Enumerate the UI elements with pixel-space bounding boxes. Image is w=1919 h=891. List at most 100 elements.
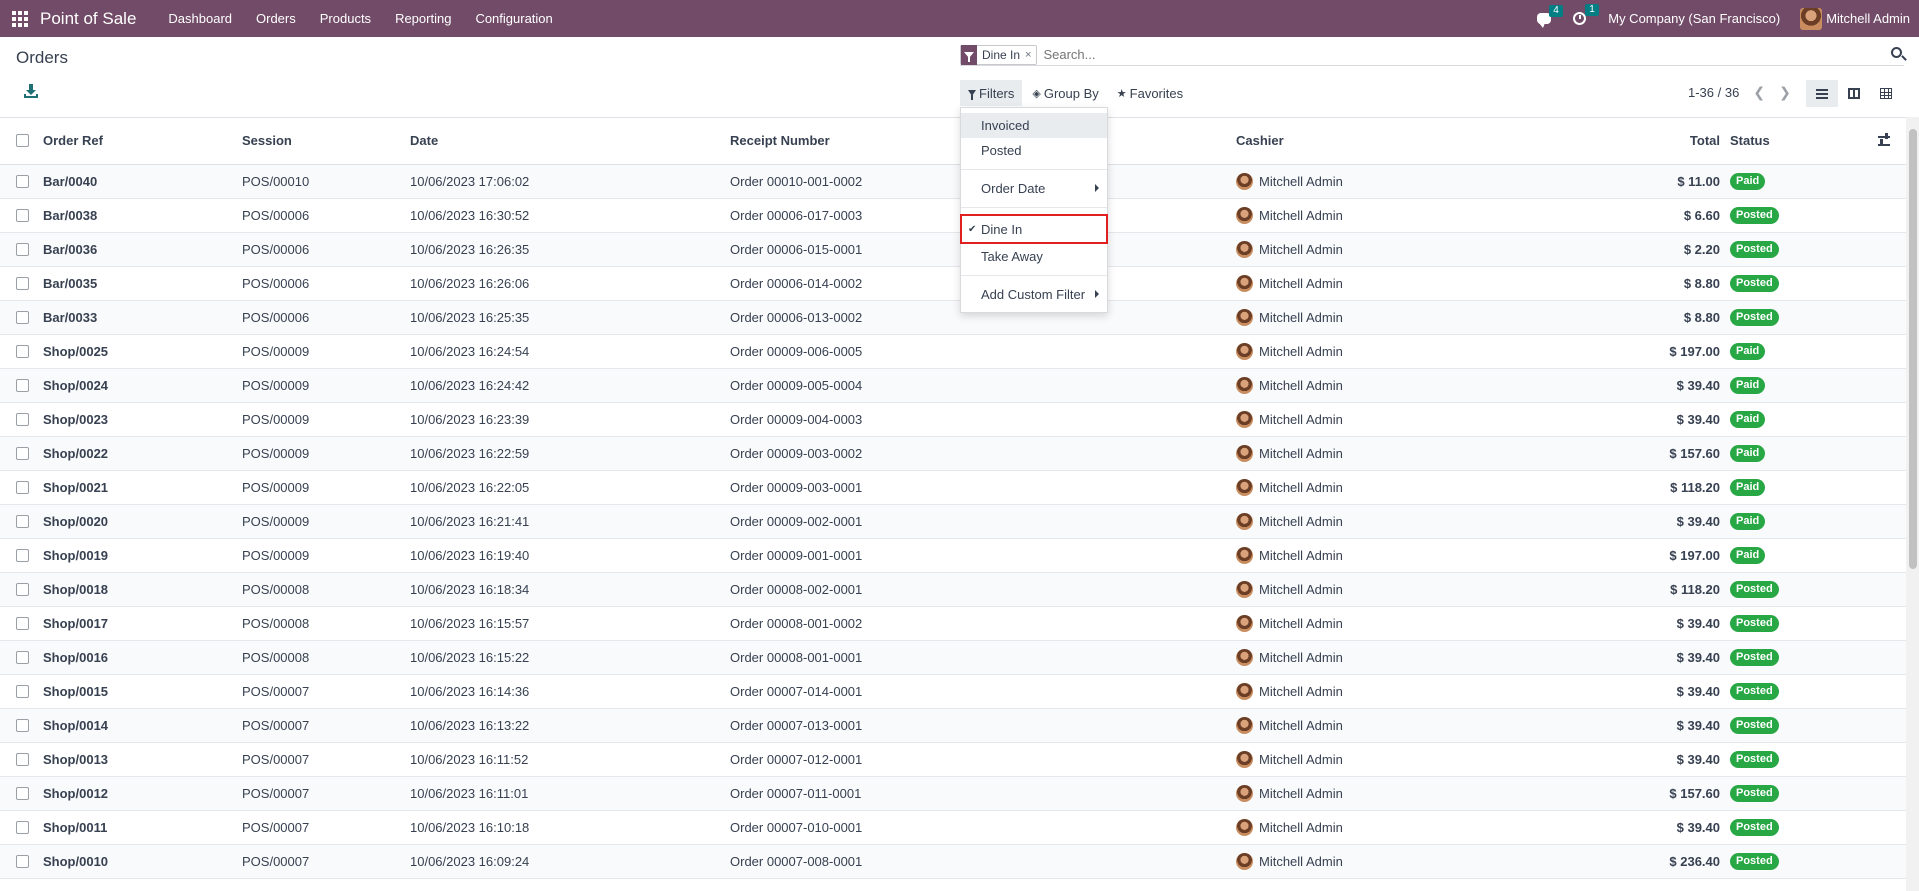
search-icon[interactable]: [1891, 47, 1902, 58]
table-row[interactable]: Shop/0019 POS/00009 10/06/2023 16:19:40 Ord…: [0, 538, 1906, 573]
cashier-cell: Mitchell Admin: [1236, 580, 1661, 598]
filter-invoiced[interactable]: Invoiced: [961, 113, 1107, 138]
row-checkbox[interactable]: [16, 242, 29, 256]
activities-button[interactable]: 1: [1573, 4, 1599, 25]
column-order-ref[interactable]: Order Ref: [43, 118, 242, 165]
menu-reporting[interactable]: Reporting: [383, 0, 463, 37]
table-row[interactable]: Shop/0012 POS/00007 10/06/2023 16:11:01 Ord…: [0, 776, 1906, 811]
row-checkbox[interactable]: [16, 548, 29, 562]
row-checkbox[interactable]: [16, 514, 29, 528]
column-cashier[interactable]: Cashier: [1236, 118, 1661, 165]
app-menu-icon[interactable]: [2, 0, 38, 37]
messages-button[interactable]: 4: [1537, 5, 1563, 28]
column-date[interactable]: Date: [410, 118, 730, 165]
facet-remove-icon[interactable]: ×: [1025, 49, 1036, 61]
user-menu[interactable]: Mitchell Admin: [1800, 7, 1910, 30]
row-checkbox[interactable]: [16, 820, 29, 834]
column-session[interactable]: Session: [242, 118, 410, 165]
table-row[interactable]: Shop/0022 POS/00009 10/06/2023 16:22:59 Ord…: [0, 436, 1906, 471]
order-ref-cell: Shop/0024: [43, 368, 242, 403]
pivot-view-button[interactable]: [1870, 80, 1902, 107]
session-cell: POS/00009: [242, 470, 410, 505]
download-icon[interactable]: [24, 84, 38, 98]
table-row[interactable]: Bar/0036 POS/00006 10/06/2023 16:26:35 Orde…: [0, 232, 1906, 267]
table-row[interactable]: Shop/0017 POS/00008 10/06/2023 16:15:57 Ord…: [0, 606, 1906, 641]
cashier-avatar: [1236, 274, 1253, 292]
row-checkbox[interactable]: [16, 208, 29, 222]
menu-configuration[interactable]: Configuration: [463, 0, 564, 37]
scrollbar-thumb[interactable]: [1909, 129, 1917, 569]
select-all-checkbox[interactable]: [16, 134, 29, 148]
facet-value: Dine In: [982, 47, 1021, 62]
table-row[interactable]: Shop/0015 POS/00007 10/06/2023 16:14:36 Ord…: [0, 674, 1906, 709]
row-checkbox[interactable]: [16, 480, 29, 494]
table-row[interactable]: Shop/0021 POS/00009 10/06/2023 16:22:05 Ord…: [0, 470, 1906, 505]
row-checkbox[interactable]: [16, 718, 29, 732]
column-status[interactable]: Status: [1730, 133, 1770, 148]
menu-products[interactable]: Products: [308, 0, 383, 37]
table-row[interactable]: Shop/0014 POS/00007 10/06/2023 16:13:22 Ord…: [0, 708, 1906, 743]
table-row[interactable]: Shop/0011 POS/00007 10/06/2023 16:10:18 Ord…: [0, 810, 1906, 845]
row-checkbox[interactable]: [16, 310, 29, 324]
kanban-view-button[interactable]: [1838, 80, 1870, 107]
table-row[interactable]: Shop/0013 POS/00007 10/06/2023 16:11:52 Ord…: [0, 742, 1906, 777]
filter-posted[interactable]: Posted: [961, 138, 1107, 163]
pager-previous-icon[interactable]: ❮: [1753, 84, 1765, 101]
list-view-button[interactable]: [1806, 80, 1838, 107]
app-name[interactable]: Point of Sale: [40, 9, 136, 29]
row-checkbox[interactable]: [16, 650, 29, 664]
table-row[interactable]: Shop/0018 POS/00008 10/06/2023 16:18:34 Ord…: [0, 572, 1906, 607]
receipt-cell: Order 00008-002-0001: [730, 572, 1236, 607]
funnel-icon: [968, 90, 976, 100]
row-checkbox[interactable]: [16, 684, 29, 698]
table-row[interactable]: Bar/0040 POS/00010 10/06/2023 17:06:02 Orde…: [0, 164, 1906, 199]
filter-take-away[interactable]: Take Away: [961, 244, 1107, 269]
scrollbar[interactable]: [1906, 117, 1919, 891]
column-total[interactable]: Total: [1661, 118, 1726, 165]
date-cell: 10/06/2023 16:19:40: [410, 538, 730, 573]
table-row[interactable]: Shop/0020 POS/00009 10/06/2023 16:21:41 Ord…: [0, 504, 1906, 539]
order-ref-cell: Shop/0014: [43, 708, 242, 743]
row-checkbox[interactable]: [16, 854, 29, 868]
table-row[interactable]: Shop/0025 POS/00009 10/06/2023 16:24:54 Ord…: [0, 334, 1906, 369]
row-checkbox[interactable]: [16, 752, 29, 766]
table-row[interactable]: Shop/0010 POS/00007 10/06/2023 16:09:24 Ord…: [0, 844, 1906, 879]
add-custom-filter[interactable]: Add Custom Filter: [961, 282, 1107, 307]
row-checkbox[interactable]: [16, 616, 29, 630]
group-by-button[interactable]: ◈ Group By: [1024, 80, 1106, 106]
cashier-name: Mitchell Admin: [1259, 819, 1343, 835]
row-checkbox[interactable]: [16, 582, 29, 596]
table-row[interactable]: Bar/0038 POS/00006 10/06/2023 16:30:52 Orde…: [0, 198, 1906, 233]
filter-order-date[interactable]: Order Date: [961, 176, 1107, 201]
table-row[interactable]: Shop/0024 POS/00009 10/06/2023 16:24:42 Ord…: [0, 368, 1906, 403]
company-switcher[interactable]: My Company (San Francisco): [1608, 11, 1780, 26]
search-input[interactable]: [1043, 47, 1864, 62]
cashier-name: Mitchell Admin: [1259, 411, 1343, 427]
row-checkbox[interactable]: [16, 446, 29, 460]
status-badge: Paid: [1730, 377, 1766, 394]
pager-value[interactable]: 1-36 / 36: [1688, 85, 1739, 100]
cashier-name: Mitchell Admin: [1259, 581, 1343, 597]
pager-next-icon[interactable]: ❯: [1779, 84, 1791, 101]
row-checkbox[interactable]: [16, 276, 29, 290]
filters-button[interactable]: Filters: [960, 80, 1023, 106]
filter-dine-in[interactable]: ✔ Dine In: [960, 214, 1108, 244]
row-checkbox[interactable]: [16, 174, 29, 188]
menu-dashboard[interactable]: Dashboard: [156, 0, 244, 37]
row-checkbox[interactable]: [16, 378, 29, 392]
favorites-button[interactable]: ★ Favorites: [1109, 80, 1191, 106]
table-row[interactable]: Bar/0035 POS/00006 10/06/2023 16:26:06 Orde…: [0, 266, 1906, 301]
cashier-name: Mitchell Admin: [1259, 683, 1343, 699]
row-checkbox[interactable]: [16, 786, 29, 800]
table-row[interactable]: Shop/0016 POS/00008 10/06/2023 16:15:22 Ord…: [0, 640, 1906, 675]
total-cell: $ 118.20: [1661, 572, 1726, 607]
row-checkbox[interactable]: [16, 412, 29, 426]
optional-columns-icon[interactable]: [1878, 133, 1890, 146]
table-row[interactable]: Bar/0033 POS/00006 10/06/2023 16:25:35 Orde…: [0, 300, 1906, 335]
row-checkbox[interactable]: [16, 344, 29, 358]
cashier-name: Mitchell Admin: [1259, 785, 1343, 801]
order-ref-cell: Shop/0023: [43, 402, 242, 437]
menu-orders[interactable]: Orders: [244, 0, 308, 37]
table-row[interactable]: Shop/0023 POS/00009 10/06/2023 16:23:39 Ord…: [0, 402, 1906, 437]
order-ref-cell: Shop/0013: [43, 742, 242, 777]
